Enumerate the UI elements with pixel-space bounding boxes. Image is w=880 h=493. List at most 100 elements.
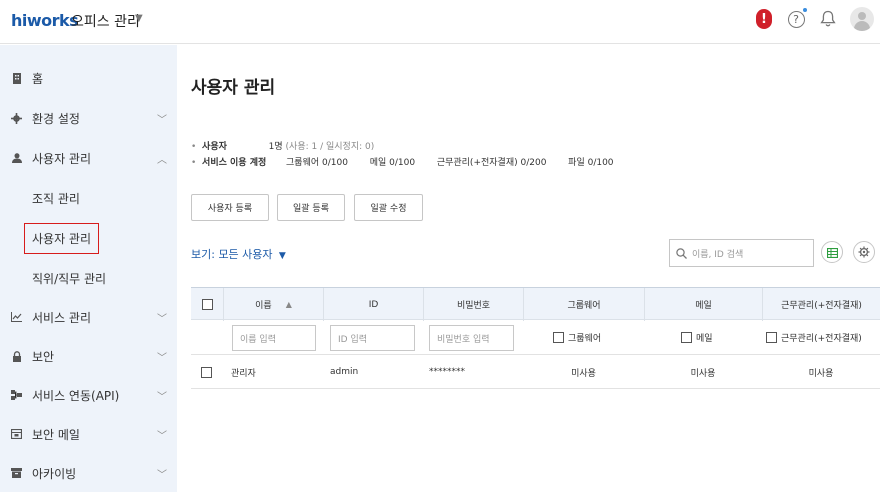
stat-accounts-label: 서비스 이용 계정 bbox=[202, 158, 267, 168]
name-filter-input[interactable]: 이름 입력 bbox=[232, 325, 316, 351]
stat-mail: 메일 0/100 bbox=[369, 158, 416, 168]
caret-down-icon[interactable]: ▼ bbox=[135, 13, 143, 24]
attendance-filter-label: 근무관리(+전자결재) bbox=[781, 334, 862, 344]
chevron-down-icon: ﹀ bbox=[157, 352, 167, 364]
attendance-filter-checkbox[interactable]: 근무관리(+전자결재) bbox=[766, 331, 862, 344]
stat-users-label: 사용자 bbox=[202, 142, 227, 152]
building-icon bbox=[11, 72, 22, 84]
top-bar: hiworks 오피스 관리 ▼ ! ? bbox=[0, 0, 880, 44]
column-header-id: ID bbox=[323, 288, 423, 321]
groupware-filter-checkbox[interactable]: 그룹웨어 bbox=[553, 331, 601, 344]
cell-attendance: 미사용 bbox=[808, 368, 834, 379]
stat-users: • 사용자 1명 (사용: 1 / 일시정지: 0) bbox=[191, 142, 375, 152]
column-header-password: 비밀번호 bbox=[423, 288, 523, 321]
cell-id: admin bbox=[330, 367, 359, 377]
chart-icon bbox=[11, 312, 22, 323]
mail-icon bbox=[11, 429, 22, 440]
gear-icon bbox=[11, 112, 22, 124]
cell-groupware: 미사용 bbox=[571, 368, 596, 379]
chevron-down-icon: ﹀ bbox=[157, 430, 167, 442]
person-icon bbox=[11, 153, 22, 164]
view-filter-label: 보기: 모든 사용자 bbox=[191, 248, 273, 261]
stat-attendance: 근무관리(+전자결재) 0/200 bbox=[436, 158, 547, 168]
link-icon bbox=[11, 390, 22, 401]
logo[interactable]: hiworks bbox=[11, 11, 79, 30]
bell-icon[interactable] bbox=[817, 8, 839, 30]
sidebar-subitem-label-active: 사용자 관리 bbox=[24, 222, 100, 254]
sidebar-item-label: 아카이빙 bbox=[32, 466, 77, 481]
sort-up-icon: ▲ bbox=[285, 300, 292, 309]
notification-dot bbox=[803, 8, 807, 12]
column-header-label: 이름 bbox=[255, 301, 272, 311]
bulk-register-button[interactable]: 일괄 등록 bbox=[277, 194, 345, 221]
column-header-mail: 메일 bbox=[644, 288, 762, 321]
column-header-attendance: 근무관리(+전자결재) bbox=[762, 288, 880, 321]
row-checkbox[interactable] bbox=[201, 355, 216, 389]
register-user-button[interactable]: 사용자 등록 bbox=[191, 194, 269, 221]
sidebar-subitem-label: 직위/직무 관리 bbox=[32, 271, 107, 286]
app-title[interactable]: 오피스 관리 bbox=[71, 11, 140, 31]
lock-icon bbox=[11, 350, 22, 362]
sidebar-item-user-management[interactable]: 사용자 관리 ︿ bbox=[0, 138, 177, 178]
sidebar-subitem-positions[interactable]: 직위/직무 관리 bbox=[0, 258, 177, 298]
cell-mail: 미사용 bbox=[690, 368, 716, 379]
sidebar-item-label: 사용자 관리 bbox=[32, 151, 92, 166]
search-input[interactable]: 이름, ID 검색 bbox=[669, 239, 814, 267]
chevron-up-icon: ︿ bbox=[157, 154, 167, 166]
sidebar-item-label: 환경 설정 bbox=[32, 111, 80, 126]
page-title: 사용자 관리 bbox=[191, 78, 276, 98]
column-header-name[interactable]: 이름 ▲ bbox=[223, 288, 323, 321]
stat-groupware: 그룹웨어 0/100 bbox=[286, 158, 348, 168]
sidebar-subitem-users[interactable]: 사용자 관리 bbox=[0, 218, 177, 258]
sidebar-item-label: 서비스 관리 bbox=[32, 310, 92, 325]
sidebar-item-service[interactable]: 서비스 관리 ﹀ bbox=[0, 297, 177, 337]
sidebar-item-label: 보안 메일 bbox=[32, 427, 80, 442]
chevron-down-icon: ﹀ bbox=[157, 114, 167, 126]
sidebar: 홈 환경 설정 ﹀ 사용자 관리 ︿ 조직 관리 사용자 관리 직위/직무 관리… bbox=[0, 45, 177, 492]
search-placeholder: 이름, ID 검색 bbox=[692, 249, 744, 260]
archive-icon bbox=[11, 468, 22, 479]
sidebar-item-label: 보안 bbox=[32, 349, 55, 364]
sidebar-subitem-label: 조직 관리 bbox=[32, 191, 80, 206]
table-header: 이름 ▲ ID 비밀번호 그룹웨어 메일 근무관리(+전자결재) bbox=[191, 287, 880, 321]
gear-icon bbox=[858, 243, 870, 262]
sidebar-item-api[interactable]: 서비스 연동(API) ﹀ bbox=[0, 375, 177, 415]
settings-button[interactable] bbox=[853, 241, 875, 263]
search-icon bbox=[676, 244, 687, 263]
chevron-down-icon: ﹀ bbox=[157, 469, 167, 481]
id-filter-input[interactable]: ID 입력 bbox=[330, 325, 415, 351]
sidebar-item-label: 홈 bbox=[32, 71, 44, 86]
column-header-groupware: 그룹웨어 bbox=[523, 288, 644, 321]
stat-users-value: 1명 bbox=[268, 142, 283, 152]
bulk-edit-button[interactable]: 일괄 수정 bbox=[354, 194, 423, 221]
avatar[interactable] bbox=[850, 7, 874, 31]
alert-icon[interactable]: ! bbox=[753, 8, 775, 30]
main-content: 사용자 관리 • 사용자 1명 (사용: 1 / 일시정지: 0) • 서비스 … bbox=[177, 45, 880, 492]
stat-users-detail: (사용: 1 / 일시정지: 0) bbox=[285, 142, 375, 152]
sidebar-subitem-org[interactable]: 조직 관리 bbox=[0, 178, 177, 218]
stat-file: 파일 0/100 bbox=[568, 158, 614, 168]
table-row[interactable]: 관리자 admin ******** 미사용 미사용 미사용 bbox=[191, 355, 880, 389]
chevron-down-icon: ﹀ bbox=[157, 313, 167, 325]
sidebar-item-settings[interactable]: 환경 설정 ﹀ bbox=[0, 98, 177, 138]
cell-name[interactable]: 관리자 bbox=[231, 355, 256, 389]
sidebar-item-archiving[interactable]: 아카이빙 ﹀ bbox=[0, 453, 177, 493]
mail-filter-checkbox[interactable]: 메일 bbox=[681, 331, 713, 344]
stat-accounts: • 서비스 이용 계정 그룹웨어 0/100 메일 0/100 근무관리(+전자… bbox=[191, 158, 614, 168]
view-filter-dropdown[interactable]: 보기: 모든 사용자 ▼ bbox=[191, 246, 286, 262]
filter-row: 이름 입력 ID 입력 비밀번호 입력 그룹웨어 메일 근무관리(+전자결재) bbox=[191, 320, 880, 355]
caret-down-icon: ▼ bbox=[276, 251, 286, 261]
sidebar-item-label: 서비스 연동(API) bbox=[32, 388, 120, 403]
password-filter-input[interactable]: 비밀번호 입력 bbox=[429, 325, 514, 351]
sidebar-item-secure-mail[interactable]: 보안 메일 ﹀ bbox=[0, 414, 177, 454]
groupware-filter-label: 그룹웨어 bbox=[568, 334, 602, 344]
cell-password: ******** bbox=[429, 367, 465, 377]
select-all-checkbox[interactable] bbox=[191, 288, 223, 321]
sidebar-item-home[interactable]: 홈 bbox=[0, 58, 177, 98]
excel-export-button[interactable] bbox=[821, 241, 843, 263]
spreadsheet-icon bbox=[826, 243, 838, 262]
mail-filter-label: 메일 bbox=[696, 334, 713, 344]
sidebar-item-security[interactable]: 보안 ﹀ bbox=[0, 336, 177, 376]
chevron-down-icon: ﹀ bbox=[157, 391, 167, 403]
help-icon[interactable]: ? bbox=[785, 8, 807, 30]
